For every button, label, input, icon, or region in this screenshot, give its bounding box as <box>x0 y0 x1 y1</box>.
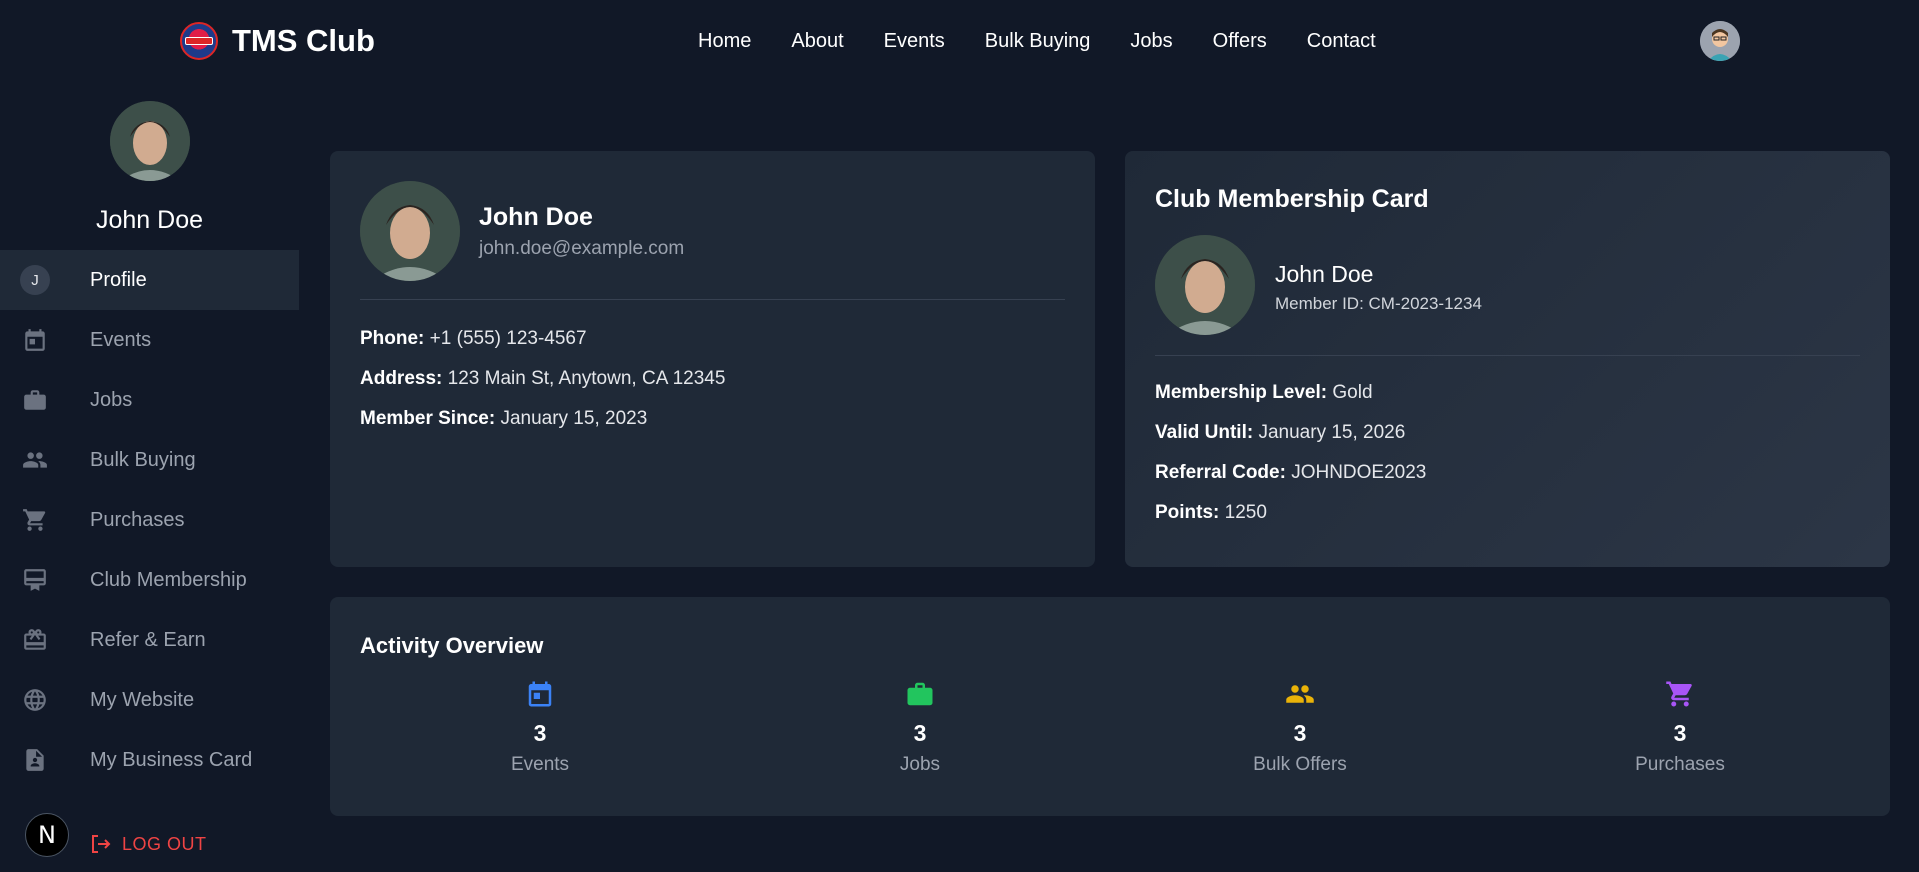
user-avatar-button[interactable] <box>1700 21 1740 61</box>
sidebar-item-my-business-card[interactable]: My Business Card <box>0 730 299 790</box>
main-nav: Home About Events Bulk Buying Jobs Offer… <box>698 30 1376 53</box>
stat-bulk-offers[interactable]: 3 Bulk Offers <box>1200 679 1400 776</box>
stat-value: 3 <box>1293 720 1307 746</box>
points-label: Points: <box>1155 502 1220 523</box>
referral-code-value: JOHNDOE2023 <box>1291 462 1427 483</box>
profile-card: John Doe john.doe@example.com Phone: +1 … <box>330 151 1095 567</box>
sidebar-item-my-website[interactable]: My Website <box>0 670 299 730</box>
sidebar-item-label: Club Membership <box>90 568 247 591</box>
nav-about[interactable]: About <box>791 30 843 53</box>
membership-level-label: Membership Level: <box>1155 382 1328 403</box>
valid-until-label: Valid Until: <box>1155 422 1254 443</box>
membership-icon <box>20 565 50 595</box>
membership-avatar <box>1155 235 1255 335</box>
sidebar-item-jobs[interactable]: Jobs <box>0 370 299 430</box>
sidebar-avatar <box>110 101 190 181</box>
sidebar-user-name: John Doe <box>95 206 204 234</box>
activity-overview-title: Activity Overview <box>360 633 544 658</box>
address-row: Address: 123 Main St, Anytown, CA 12345 <box>360 368 725 390</box>
valid-until-value: January 15, 2026 <box>1258 422 1406 443</box>
member-since-row: Member Since: January 15, 2023 <box>360 408 647 430</box>
cart-icon <box>20 505 50 535</box>
profile-avatar <box>360 181 460 281</box>
member-since-value: January 15, 2023 <box>500 408 648 429</box>
divider <box>1155 355 1860 356</box>
sidebar-item-events[interactable]: Events <box>0 310 299 370</box>
sidebar-item-profile[interactable]: J Profile <box>0 250 299 310</box>
logout-button[interactable]: LOG OUT <box>88 832 207 856</box>
brand[interactable]: TMS Club <box>180 22 375 60</box>
sidebar-item-purchases[interactable]: Purchases <box>0 490 299 550</box>
stat-label: Events <box>510 754 570 775</box>
sidebar: John Doe J Profile Events Jobs Bulk Buyi… <box>0 84 299 872</box>
sidebar-item-refer-earn[interactable]: Refer & Earn <box>0 610 299 670</box>
profile-name: John Doe <box>479 203 593 231</box>
dev-badge[interactable]: N <box>25 813 69 857</box>
nav-jobs[interactable]: Jobs <box>1130 30 1172 53</box>
divider <box>360 299 1065 300</box>
stat-events[interactable]: 3 Events <box>440 679 640 776</box>
address-label: Address: <box>360 368 443 389</box>
calendar-icon <box>528 681 552 707</box>
cart-icon <box>1666 681 1692 707</box>
avatar-initial-icon: J <box>20 265 50 295</box>
sidebar-item-label: Refer & Earn <box>90 628 206 651</box>
membership-card: Club Membership Card John Doe Member ID:… <box>1125 151 1890 567</box>
sidebar-item-label: Bulk Buying <box>90 448 196 471</box>
logout-icon <box>92 835 111 853</box>
sidebar-item-label: Events <box>90 328 152 351</box>
points-row: Points: 1250 <box>1155 502 1267 524</box>
referral-code-label: Referral Code: <box>1155 462 1286 483</box>
stat-label: Jobs <box>899 754 941 775</box>
stat-value: 3 <box>533 720 547 746</box>
membership-level-value: Gold <box>1332 382 1373 403</box>
briefcase-icon <box>20 385 50 415</box>
phone-row: Phone: +1 (555) 123-4567 <box>360 328 587 350</box>
nav-bulk-buying[interactable]: Bulk Buying <box>985 30 1091 53</box>
sidebar-item-label: My Website <box>90 688 195 711</box>
referral-code-row: Referral Code: JOHNDOE2023 <box>1155 462 1426 484</box>
brand-name: TMS Club <box>232 23 375 58</box>
people-icon <box>1286 685 1314 703</box>
people-icon <box>20 445 50 475</box>
phone-label: Phone: <box>360 328 425 349</box>
nav-events[interactable]: Events <box>884 30 945 53</box>
top-navbar: TMS Club Home About Events Bulk Buying J… <box>0 0 1919 84</box>
phone-value: +1 (555) 123-4567 <box>429 328 587 349</box>
sidebar-item-label: Purchases <box>90 508 185 531</box>
valid-until-row: Valid Until: January 15, 2026 <box>1155 422 1405 444</box>
briefcase-icon <box>907 682 933 706</box>
membership-level-row: Membership Level: Gold <box>1155 382 1373 404</box>
stat-purchases[interactable]: 3 Purchases <box>1580 679 1780 776</box>
membership-name: John Doe <box>1275 261 1374 287</box>
logout-label: LOG OUT <box>122 833 207 854</box>
nav-home[interactable]: Home <box>698 30 751 53</box>
profile-email: john.doe@example.com <box>479 238 685 259</box>
stat-value: 3 <box>913 720 927 746</box>
stat-label: Purchases <box>1635 754 1725 775</box>
stat-value: 3 <box>1673 720 1687 746</box>
gift-card-icon <box>20 625 50 655</box>
sidebar-item-label: Jobs <box>90 388 133 411</box>
member-since-label: Member Since: <box>360 408 496 429</box>
nav-offers[interactable]: Offers <box>1213 30 1267 53</box>
stat-label: Bulk Offers <box>1253 754 1347 775</box>
sidebar-item-label: Profile <box>90 268 147 291</box>
sidebar-menu: J Profile Events Jobs Bulk Buying Purcha… <box>0 250 299 790</box>
sidebar-item-label: My Business Card <box>90 748 253 771</box>
points-value: 1250 <box>1224 502 1267 523</box>
activity-overview-card: Activity Overview 3 Events 3 Jobs 3 Bulk… <box>330 597 1890 816</box>
brand-logo-icon <box>180 22 218 60</box>
member-id: Member ID: CM-2023-1234 <box>1275 294 1482 313</box>
calendar-icon <box>20 325 50 355</box>
sidebar-item-bulk-buying[interactable]: Bulk Buying <box>0 430 299 490</box>
contact-card-icon <box>20 745 50 775</box>
nav-contact[interactable]: Contact <box>1307 30 1376 53</box>
stat-jobs[interactable]: 3 Jobs <box>820 679 1020 776</box>
globe-icon <box>20 685 50 715</box>
address-value: 123 Main St, Anytown, CA 12345 <box>447 368 726 389</box>
sidebar-item-club-membership[interactable]: Club Membership <box>0 550 299 610</box>
membership-card-title: Club Membership Card <box>1155 185 1429 213</box>
